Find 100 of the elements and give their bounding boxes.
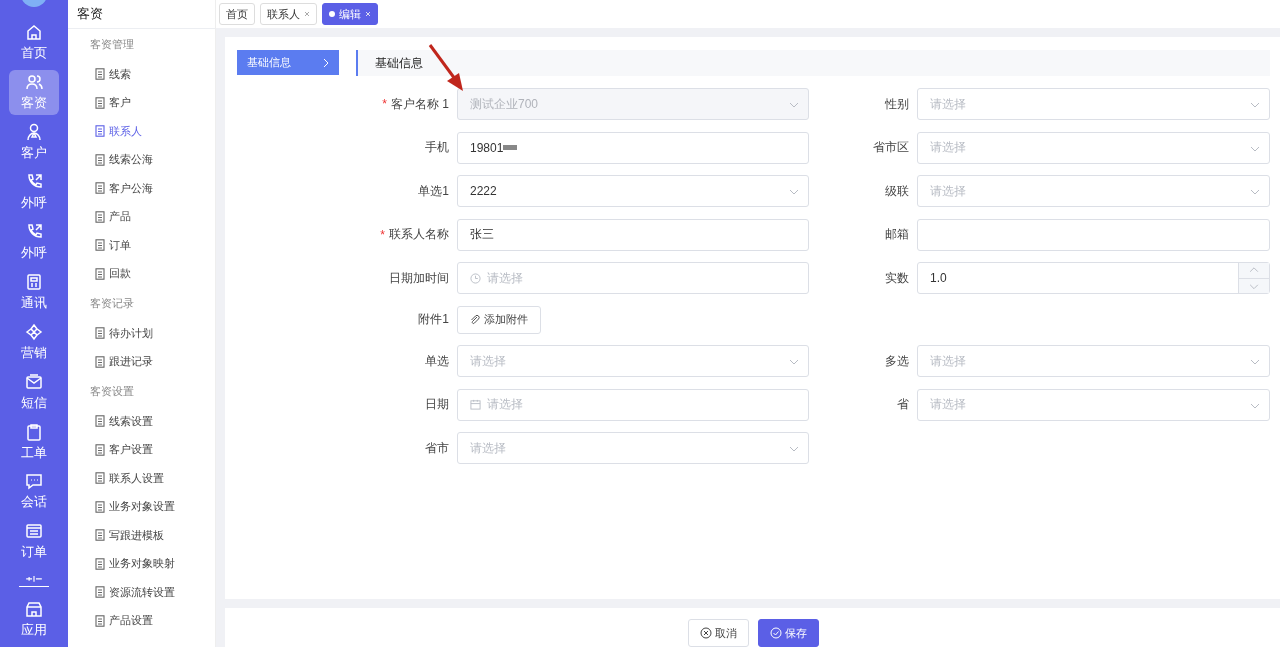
nav-item[interactable]: 通讯 — [9, 269, 59, 315]
menu-item[interactable]: 写跟进模板 — [90, 521, 215, 550]
field-label: 多选 — [884, 352, 909, 370]
tab[interactable]: 编辑 — [322, 3, 378, 25]
chevron-down-icon — [789, 189, 799, 195]
menu-item[interactable]: 客户 — [90, 88, 215, 117]
number-field[interactable]: 1.0 — [917, 262, 1270, 294]
field-label: 邮箱 — [884, 226, 909, 243]
document-icon — [95, 415, 105, 428]
nav-item[interactable]: 订单 — [9, 519, 59, 565]
flower-icon — [25, 322, 43, 341]
clipboard-icon — [25, 422, 43, 441]
menu-group-title: 客资记录 — [90, 296, 135, 311]
tab[interactable]: 联系人 — [260, 3, 317, 25]
sidebar-title: 客资 — [68, 0, 215, 29]
cancel-button[interactable]: 取消 — [688, 619, 749, 647]
chevron-down-icon — [1250, 189, 1260, 195]
required-mark: * — [380, 227, 385, 242]
field-label: 性别 — [884, 95, 909, 113]
chevron-down-icon — [1250, 359, 1260, 365]
chevron-down-icon — [1250, 102, 1260, 108]
field-label: 单选 — [424, 352, 449, 370]
list-icon — [25, 522, 43, 541]
text-field[interactable] — [917, 218, 1270, 251]
menu-item[interactable]: 跟进记录 — [90, 347, 215, 376]
required-mark: * — [382, 97, 387, 111]
check-circle-icon — [770, 627, 782, 639]
document-icon — [95, 327, 105, 340]
chevron-down-icon — [789, 359, 799, 365]
document-icon — [95, 96, 105, 109]
menu-item[interactable]: 待办计划 — [90, 319, 215, 348]
field-label: 实数 — [884, 269, 909, 287]
field-label: 联系人名称 — [389, 226, 449, 243]
menu-group-title: 客资设置 — [90, 384, 135, 399]
document-icon — [95, 529, 105, 542]
document-icon — [95, 239, 105, 252]
menu-item[interactable]: 客户设置 — [90, 435, 215, 464]
section-nav-item[interactable]: 基础信息 — [237, 50, 339, 75]
chevron-right-icon — [323, 57, 329, 68]
field-label: 附件1 — [417, 311, 449, 328]
person-icon — [25, 123, 43, 142]
chat-icon — [25, 472, 43, 491]
calculator-icon — [25, 272, 43, 291]
document-icon — [95, 500, 105, 513]
field-label: 日期 — [424, 396, 449, 413]
document-icon — [95, 267, 105, 280]
document-icon — [95, 472, 105, 485]
nav-item[interactable]: 客户 — [9, 120, 59, 166]
document-icon — [95, 210, 105, 223]
field-label: 单选1 — [417, 182, 449, 200]
nav-item[interactable]: 应用 — [9, 597, 59, 643]
clock-icon — [470, 272, 481, 284]
select-field[interactable]: 2222 — [457, 175, 809, 207]
field-label: 客户名称 1 — [391, 95, 449, 113]
nav-item[interactable]: 营销 — [9, 319, 59, 365]
upload-button[interactable]: 添加附件 — [457, 305, 541, 334]
menu-item[interactable]: 业务对象设置 — [90, 492, 215, 521]
document-icon — [95, 443, 105, 456]
nav-item[interactable]: 外呼 — [9, 220, 59, 265]
phone-icon — [25, 222, 43, 241]
nav-item[interactable]: 首页 — [9, 20, 59, 66]
section-title: 基础信息 — [375, 54, 423, 72]
chevron-down-icon — [789, 446, 799, 452]
field-label: 省市 — [424, 439, 449, 457]
users-icon — [25, 73, 43, 92]
menu-item[interactable]: 产品 — [90, 202, 215, 231]
nav-item[interactable]: 客资 — [9, 70, 59, 116]
document-icon — [95, 153, 105, 166]
nav-item[interactable]: 短信 — [9, 369, 59, 415]
menu-item[interactable]: 联系人 — [90, 117, 215, 146]
text-field[interactable]: 19801 — [457, 131, 809, 164]
nav-item[interactable]: 外呼 — [9, 170, 59, 215]
tab[interactable]: 首页 — [219, 3, 255, 25]
menu-item[interactable]: 线索 — [90, 60, 215, 89]
menu-item[interactable]: 业务对象映射 — [90, 549, 215, 578]
menu-item[interactable]: 客户公海 — [90, 174, 215, 203]
collapse-icon[interactable] — [24, 575, 44, 584]
text-field[interactable]: 张三 — [457, 218, 809, 251]
field-label: 日期加时间 — [388, 269, 449, 287]
menu-item[interactable]: 订单 — [90, 231, 215, 260]
menu-item[interactable]: 联系人设置 — [90, 464, 215, 493]
menu-item[interactable]: 线索公海 — [90, 145, 215, 174]
document-icon — [95, 125, 105, 138]
paperclip-icon — [470, 314, 480, 325]
menu-item[interactable]: 回款 — [90, 259, 215, 288]
close-icon[interactable] — [304, 11, 310, 17]
menu-item[interactable]: 线索设置 — [90, 407, 215, 436]
menu-item[interactable]: 资源流转设置 — [90, 578, 215, 607]
nav-item[interactable]: 会话 — [9, 469, 59, 515]
document-icon — [95, 182, 105, 195]
save-button[interactable]: 保存 — [758, 619, 819, 647]
mail-icon — [25, 372, 43, 391]
nav-item[interactable]: 工单 — [9, 419, 59, 465]
document-icon — [95, 68, 105, 81]
active-dot — [329, 11, 335, 17]
calendar-icon — [470, 399, 481, 410]
home-icon — [25, 23, 43, 42]
menu-item[interactable]: 产品设置 — [90, 606, 215, 635]
chevron-down-icon — [1250, 145, 1260, 152]
document-icon — [95, 355, 105, 368]
